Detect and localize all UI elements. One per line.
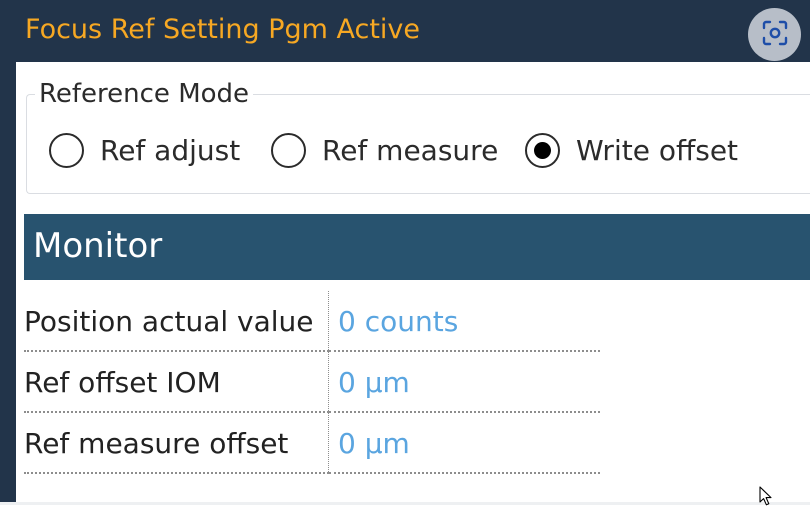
radio-label-ref-measure: Ref measure bbox=[322, 134, 499, 167]
radio-label-write-offset: Write offset bbox=[576, 134, 739, 167]
monitor-row-ref-measure-offset: Ref measure offset 0 µm bbox=[24, 413, 600, 474]
radio-label-ref-adjust: Ref adjust bbox=[100, 134, 241, 167]
monitor-row-label: Position actual value bbox=[24, 291, 329, 352]
screen-capture-button[interactable] bbox=[748, 8, 801, 61]
monitor-row-value: 0 µm bbox=[329, 352, 600, 413]
content-area: Reference Mode Ref adjust Ref measure Wr… bbox=[16, 62, 810, 502]
screen-capture-icon bbox=[761, 19, 789, 51]
radio-button-unchecked[interactable] bbox=[271, 133, 306, 168]
monitor-row-value: 0 counts bbox=[329, 291, 600, 352]
radio-ref-adjust[interactable]: Ref adjust bbox=[49, 133, 240, 168]
monitor-row-ref-offset-iom: Ref offset IOM 0 µm bbox=[24, 352, 600, 413]
monitor-row-position-actual-value: Position actual value 0 counts bbox=[24, 291, 600, 352]
monitor-title: Monitor bbox=[33, 226, 163, 266]
reference-mode-group: Reference Mode Ref adjust Ref measure Wr… bbox=[26, 79, 810, 194]
radio-button-unchecked[interactable] bbox=[49, 133, 84, 168]
radio-ref-measure[interactable]: Ref measure bbox=[271, 133, 498, 168]
monitor-row-label: Ref offset IOM bbox=[24, 352, 329, 413]
radio-write-offset[interactable]: Write offset bbox=[525, 133, 738, 168]
mouse-pointer-icon bbox=[759, 486, 773, 510]
window: Focus Ref Setting Pgm Active Reference M… bbox=[0, 0, 810, 506]
monitor-row-value: 0 µm bbox=[329, 413, 600, 474]
radio-button-checked[interactable] bbox=[525, 133, 560, 168]
titlebar: Focus Ref Setting Pgm Active bbox=[0, 0, 810, 62]
monitor-section-header: Monitor bbox=[24, 214, 810, 280]
monitor-row-label: Ref measure offset bbox=[24, 413, 329, 474]
window-title: Focus Ref Setting Pgm Active bbox=[25, 14, 421, 45]
reference-mode-legend: Reference Mode bbox=[35, 79, 254, 109]
window-left-edge bbox=[0, 0, 16, 502]
